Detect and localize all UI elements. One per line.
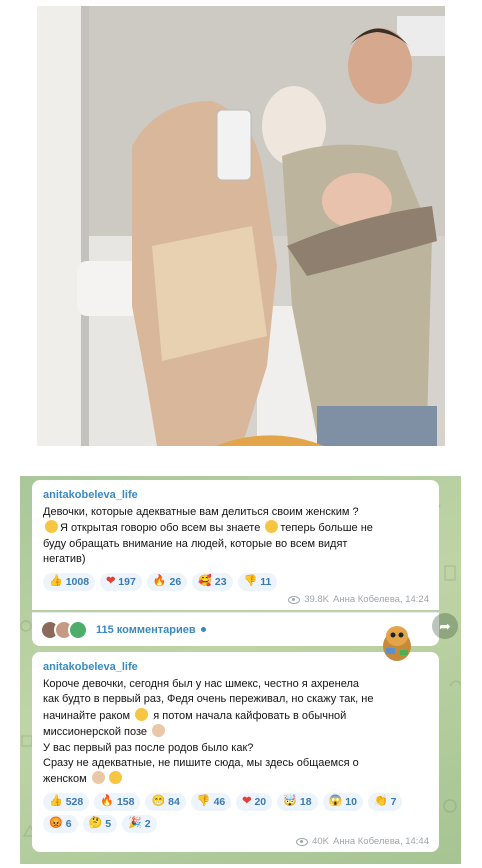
reaction-thinking[interactable]: 🤔 5: [82, 814, 118, 833]
message-line: Я открытая говорю обо всем вы знаете: [60, 522, 261, 535]
love-face-icon: 🥰: [198, 575, 212, 588]
unread-dot: [200, 627, 206, 632]
reaction-party[interactable]: 🎉 2: [122, 814, 157, 833]
message-line: начинайте раком: [43, 709, 131, 722]
reaction-dislike[interactable]: 👎 46: [190, 792, 232, 811]
angry-face-icon: 😡: [49, 817, 63, 830]
message-line: Девочки, которые адекватные вам делиться…: [43, 506, 359, 518]
reaction-count: 2: [144, 817, 151, 830]
reaction-dislike[interactable]: 👎 11: [237, 572, 278, 591]
laughing-emoji-icon: [135, 707, 149, 721]
reaction-love-face[interactable]: 🥰 23: [192, 572, 233, 591]
share-button[interactable]: ➦: [432, 613, 458, 639]
message-line: женском: [43, 773, 87, 786]
post-photo[interactable]: [37, 6, 445, 446]
reaction-fire[interactable]: 🔥 26: [146, 572, 188, 591]
message-line: буду обращать внимание на людей, которые…: [43, 537, 348, 550]
reaction-count: 10: [345, 795, 357, 808]
fire-icon: 🔥: [152, 575, 167, 588]
smiling-emoji-icon: [108, 771, 122, 785]
reaction-mind-blown[interactable]: 🤯 18: [277, 792, 318, 811]
message-line: я потом начала кайфовать в обычной: [153, 709, 347, 722]
scream-icon: 😱: [328, 795, 343, 808]
reaction-count: 18: [299, 795, 312, 808]
heart-icon: ❤: [106, 575, 116, 588]
channel-name[interactable]: anitakobeleva_life: [43, 660, 428, 674]
reactions-row: 👍 1008 ❤ 197 🔥 26 🥰 23 👎 11: [43, 572, 428, 591]
fire-icon: 🔥: [100, 795, 114, 808]
party-popper-icon: 🎉: [128, 817, 142, 830]
channel-name[interactable]: anitakobeleva_life: [43, 488, 428, 502]
reaction-count: 84: [168, 795, 180, 808]
photo-illustration: [37, 6, 445, 446]
clap-icon: 👏: [373, 795, 388, 808]
ok-hand-emoji-icon: [152, 724, 166, 738]
ok-hand-emoji-icon: [91, 771, 105, 785]
message-line: Короче девочки, сегодня был у нас шмекс,…: [43, 678, 360, 690]
reaction-heart[interactable]: ❤ 197: [100, 572, 142, 591]
mind-blown-icon: 🤯: [283, 795, 297, 808]
gopher-sticker-icon: [383, 626, 411, 661]
reaction-count: 7: [390, 795, 397, 808]
comments-count-label[interactable]: 115 комментариев: [96, 624, 196, 636]
message-line: негатив): [43, 553, 86, 566]
share-arrow-icon: ➦: [439, 617, 451, 634]
gopher-sticker-icon: [216, 435, 324, 446]
reaction-count: 5: [105, 817, 112, 830]
reaction-like[interactable]: 👍 1008: [43, 572, 96, 591]
thumbs-down-icon: 👎: [243, 575, 258, 588]
chat-area[interactable]: anitakobeleva_life Девочки, которые адек…: [20, 476, 461, 864]
author-time: Анна Кобелева, 14:44: [333, 836, 429, 847]
views-count: 40K: [312, 836, 330, 847]
reaction-count: 23: [214, 575, 227, 588]
author-time: Анна Кобелева, 14:24: [333, 594, 429, 605]
avatar: [68, 619, 88, 640]
views-eye-icon: [288, 595, 301, 604]
message-text: Девочки, которые адекватные вам делиться…: [43, 505, 428, 568]
message-meta: 40K Анна Кобелева, 14:44: [296, 836, 429, 847]
reaction-count: 46: [213, 795, 226, 808]
reaction-scream[interactable]: 😱 10: [322, 792, 363, 811]
reaction-count: 20: [254, 795, 267, 808]
message-meta: 39.8K Анна Кобелева, 14:24: [288, 594, 429, 605]
thumbs-up-icon: 👍: [49, 795, 63, 808]
reaction-angry[interactable]: 😡 6: [43, 814, 78, 833]
thumbs-up-icon: 👍: [49, 575, 63, 588]
reaction-count: 11: [260, 575, 272, 588]
grin-icon: 😁: [151, 795, 166, 808]
reaction-fire[interactable]: 🔥 158: [94, 792, 141, 811]
comment-avatars: [40, 619, 88, 640]
message-line: миссионерской позе: [43, 726, 148, 739]
thinking-face-icon: 🤔: [88, 817, 103, 830]
reaction-count: 26: [169, 575, 182, 588]
reaction-like[interactable]: 👍 528: [43, 792, 90, 811]
heart-icon: ❤: [242, 795, 252, 808]
message-bubble-2[interactable]: anitakobeleva_life Короче девочки, сегод…: [32, 652, 439, 852]
reaction-count: 528: [65, 795, 84, 808]
thumbs-down-icon: 👎: [196, 795, 211, 808]
reaction-count: 197: [118, 575, 136, 588]
message-text: Короче девочки, сегодня был у нас шмекс,…: [43, 677, 428, 788]
message-bubble-1[interactable]: anitakobeleva_life Девочки, которые адек…: [32, 480, 439, 610]
reaction-count: 6: [65, 817, 72, 830]
reaction-heart[interactable]: ❤ 20: [236, 792, 273, 811]
message-line: как будто в первый раз, Федя очень переж…: [43, 693, 374, 706]
message-line: У вас первый раз после родов было как?: [43, 741, 254, 754]
message-line: теперь больше не: [280, 522, 373, 535]
views-eye-icon: [296, 837, 309, 846]
reaction-clap[interactable]: 👏 7: [367, 792, 403, 811]
reaction-count: 158: [116, 795, 135, 808]
reaction-count: 1008: [65, 575, 90, 588]
views-count: 39.8K: [304, 594, 330, 605]
message-line: Сразу не адекватные, не пишите сюда, мы …: [43, 757, 359, 770]
reactions-row: 👍 528 🔥 158 😁 84 👎 46 ❤ 20 🤯 18 😱 10 👏 7 😡 6 🤔 5 🎉…: [43, 792, 428, 833]
reaction-grin[interactable]: 😁 84: [145, 792, 186, 811]
smiling-emoji-icon: [265, 520, 279, 534]
smiling-emoji-icon: [45, 520, 58, 534]
